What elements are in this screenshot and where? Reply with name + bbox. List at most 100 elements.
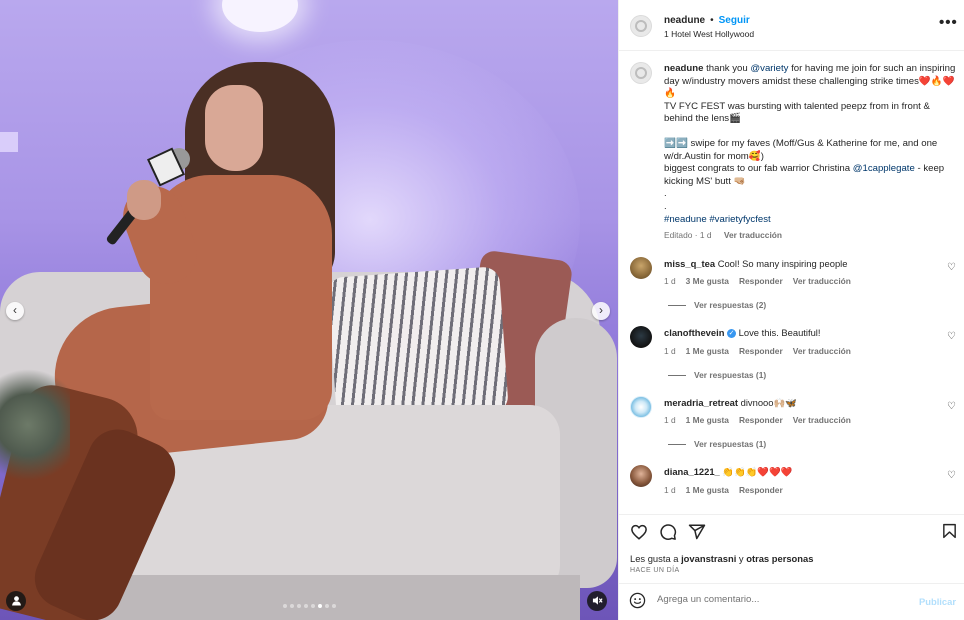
backdrop-panel <box>0 132 18 152</box>
heart-icon[interactable] <box>630 523 648 541</box>
carousel-dot <box>304 604 308 608</box>
stage-sign-light <box>222 0 298 32</box>
comment-meta: 1 d 1 Me gusta Responder Ver traducción <box>664 415 851 425</box>
carousel-indicator <box>283 604 336 608</box>
input-divider <box>619 583 964 584</box>
caption-meta: Editado · 1 d Ver traducción <box>664 230 782 240</box>
carousel-dot <box>283 604 287 608</box>
carousel-dot <box>325 604 329 608</box>
view-replies-button[interactable]: Ver respuestas (1) <box>668 370 766 380</box>
comment-body: 👏👏👏❤️❤️❤️ <box>722 466 793 477</box>
translate-link[interactable]: Ver traducción <box>793 415 851 425</box>
liker-username-link[interactable]: jovanstrasni <box>681 553 736 564</box>
reply-button[interactable]: Responder <box>739 276 783 286</box>
hashtag-links[interactable]: #neadune #varietyfycfest <box>664 214 956 227</box>
post-side-panel: neadune • Seguir 1 Hotel West Hollywood … <box>618 0 964 620</box>
person-icon <box>11 596 21 606</box>
likes-text: y <box>736 553 747 564</box>
comment-text: diana_1221_ 👏👏👏❤️❤️❤️ <box>664 466 792 478</box>
more-options-icon[interactable]: ••• <box>939 14 958 31</box>
comment-likes[interactable]: 3 Me gusta <box>686 276 729 286</box>
speaker-muted-icon <box>592 596 603 605</box>
username-link[interactable]: neadune <box>664 15 705 26</box>
translate-link[interactable]: Ver traducción <box>793 346 851 356</box>
comment-username[interactable]: clanofthevein <box>664 327 724 338</box>
avatar[interactable] <box>630 465 652 487</box>
comment-meta: 1 d 1 Me gusta Responder <box>664 485 783 495</box>
tagged-people-button[interactable] <box>6 591 26 611</box>
comment-age: 1 d <box>664 276 676 286</box>
plant <box>0 360 70 490</box>
publish-button[interactable]: Publicar <box>919 596 956 607</box>
carousel-prev-button[interactable]: ‹ <box>6 302 24 320</box>
like-comment-heart-icon[interactable]: ♡ <box>947 262 956 273</box>
comment-text: miss_q_tea Cool! So many inspiring peopl… <box>664 258 847 269</box>
mention-link[interactable]: @1capplegate <box>853 163 915 174</box>
post-date: HACE UN DÍA <box>630 567 680 574</box>
comment-username[interactable]: meradria_retreat <box>664 397 738 408</box>
post-header: neadune • Seguir <box>664 15 750 26</box>
comment-age: 1 d <box>664 415 676 425</box>
speaker-face <box>205 85 263 171</box>
caption-text: thank you <box>706 63 751 74</box>
view-replies-button[interactable]: Ver respuestas (2) <box>668 300 766 310</box>
comment-username[interactable]: diana_1221_ <box>664 466 720 477</box>
comment-username[interactable]: miss_q_tea <box>664 258 715 269</box>
avatar[interactable] <box>630 326 652 348</box>
bookmark-icon[interactable] <box>941 522 958 545</box>
carousel-dot <box>318 604 322 608</box>
carousel-dot <box>311 604 315 608</box>
mention-link[interactable]: @variety <box>750 63 788 74</box>
reply-button[interactable]: Responder <box>739 485 783 495</box>
avatar[interactable] <box>630 257 652 279</box>
comment-input[interactable] <box>657 594 907 605</box>
actions-divider <box>619 514 964 515</box>
avatar[interactable] <box>630 396 652 418</box>
reply-button[interactable]: Responder <box>739 346 783 356</box>
caption-text: TV FYC FEST was bursting with talented p… <box>664 100 930 125</box>
carousel-dot <box>332 604 336 608</box>
edited-label: Editado · 1 d <box>664 230 712 240</box>
like-comment-heart-icon[interactable]: ♡ <box>947 331 956 342</box>
like-comment-heart-icon[interactable]: ♡ <box>947 401 956 412</box>
post-actions <box>630 523 706 541</box>
translate-link[interactable]: Ver traducción <box>724 230 782 240</box>
verified-badge-icon: ✓ <box>727 329 737 339</box>
comment-likes[interactable]: 1 Me gusta <box>686 346 729 356</box>
follow-button[interactable]: Seguir <box>719 15 750 26</box>
comment-age: 1 d <box>664 485 676 495</box>
caption-text: ➡️➡️ swipe for my faves (Moff/Gus & Kath… <box>664 137 938 162</box>
chevron-right-icon: › <box>599 303 603 317</box>
comment-text: clanofthevein ✓ Love this. Beautiful! <box>664 327 821 339</box>
send-icon[interactable] <box>688 523 706 541</box>
comment-meta: 1 d 3 Me gusta Responder Ver traducción <box>664 276 851 286</box>
comment-icon[interactable] <box>659 523 677 541</box>
comment-likes[interactable]: 1 Me gusta <box>686 415 729 425</box>
comment-body: Love this. Beautiful! <box>738 327 821 338</box>
mute-button[interactable] <box>587 591 607 611</box>
location-link[interactable]: 1 Hotel West Hollywood <box>664 29 754 39</box>
comment-text: meradria_retreat divnooo🙌🏼🦋 <box>664 397 797 409</box>
avatar[interactable] <box>630 15 652 37</box>
separator-dot: • <box>710 15 714 26</box>
caption-dot: . <box>664 188 667 200</box>
avatar[interactable] <box>630 62 652 84</box>
emoji-icon[interactable] <box>629 592 646 614</box>
like-comment-heart-icon[interactable]: ♡ <box>947 470 956 481</box>
comment-likes[interactable]: 1 Me gusta <box>686 485 729 495</box>
caption-username[interactable]: neadune <box>664 63 703 74</box>
comment-meta: 1 d 1 Me gusta Responder Ver traducción <box>664 346 851 356</box>
chevron-left-icon: ‹ <box>13 303 17 317</box>
comment-body: Cool! So many inspiring people <box>717 258 848 269</box>
caption-dot: . <box>664 200 667 212</box>
striped-pillow <box>327 266 509 424</box>
view-replies-label: Ver respuestas (1) <box>694 370 767 380</box>
translate-link[interactable]: Ver traducción <box>793 276 851 286</box>
other-likers-link[interactable]: otras personas <box>746 553 813 564</box>
view-replies-label: Ver respuestas (2) <box>694 300 767 310</box>
post-caption: neadune thank you @variety for having me… <box>664 63 956 226</box>
carousel-next-button[interactable]: › <box>592 302 610 320</box>
view-replies-button[interactable]: Ver respuestas (1) <box>668 439 766 449</box>
reply-button[interactable]: Responder <box>739 415 783 425</box>
post-media[interactable]: ‹ › <box>0 0 618 620</box>
